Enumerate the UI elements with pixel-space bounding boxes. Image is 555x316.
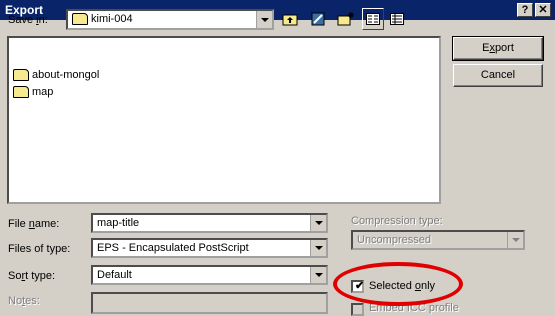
sort-type-select[interactable]: Default (91, 265, 328, 285)
list-item[interactable]: about-mongol (13, 68, 99, 82)
list-view-icon[interactable] (362, 8, 384, 30)
selected-only-label: Selected only (369, 280, 436, 292)
file-list[interactable]: about-mongol map (7, 36, 441, 204)
chevron-down-icon (507, 232, 523, 248)
export-button[interactable]: Export (452, 36, 544, 61)
save-in-combo[interactable]: kimi-004 (66, 9, 274, 30)
close-button[interactable]: ✕ (535, 3, 551, 17)
list-item[interactable]: map (13, 85, 53, 99)
chevron-down-icon[interactable] (310, 267, 326, 283)
compression-value: Uncompressed (357, 234, 431, 246)
details-view-icon[interactable] (386, 8, 408, 30)
file-type-value: EPS - Encapsulated PostScript (97, 242, 249, 254)
compression-select: Uncompressed (351, 230, 525, 250)
save-in-label: Save in: (8, 14, 48, 26)
file-name-label: File name: (8, 218, 60, 230)
new-folder-icon[interactable] (335, 8, 357, 30)
up-folder-icon[interactable] (279, 8, 301, 30)
chevron-down-icon[interactable] (256, 11, 272, 28)
selected-only-checkbox[interactable]: ✔ (351, 280, 364, 293)
file-name-value: map-title (97, 217, 140, 229)
compression-label: Compression type: (351, 215, 443, 227)
save-in-value: kimi-004 (91, 13, 133, 25)
notes-label: Notes: (8, 295, 40, 307)
folder-icon (72, 13, 88, 26)
icc-profile-label: Embed ICC profile (369, 302, 459, 314)
checkmark-icon: ✔ (355, 280, 365, 292)
chevron-down-icon[interactable] (310, 215, 326, 231)
file-type-select[interactable]: EPS - Encapsulated PostScript (91, 238, 328, 258)
folder-icon (13, 69, 29, 82)
file-name-field[interactable]: map-title (91, 213, 328, 233)
icc-profile-checkbox (351, 303, 364, 316)
sort-type-value: Default (97, 269, 132, 281)
chevron-down-icon[interactable] (310, 240, 326, 256)
desktop-icon[interactable] (307, 8, 329, 30)
folder-icon (13, 86, 29, 99)
sort-type-label: Sort type: (8, 270, 56, 282)
cancel-button[interactable]: Cancel (453, 64, 543, 87)
file-type-label: Files of type: (8, 243, 71, 255)
help-button[interactable]: ? (517, 3, 533, 17)
